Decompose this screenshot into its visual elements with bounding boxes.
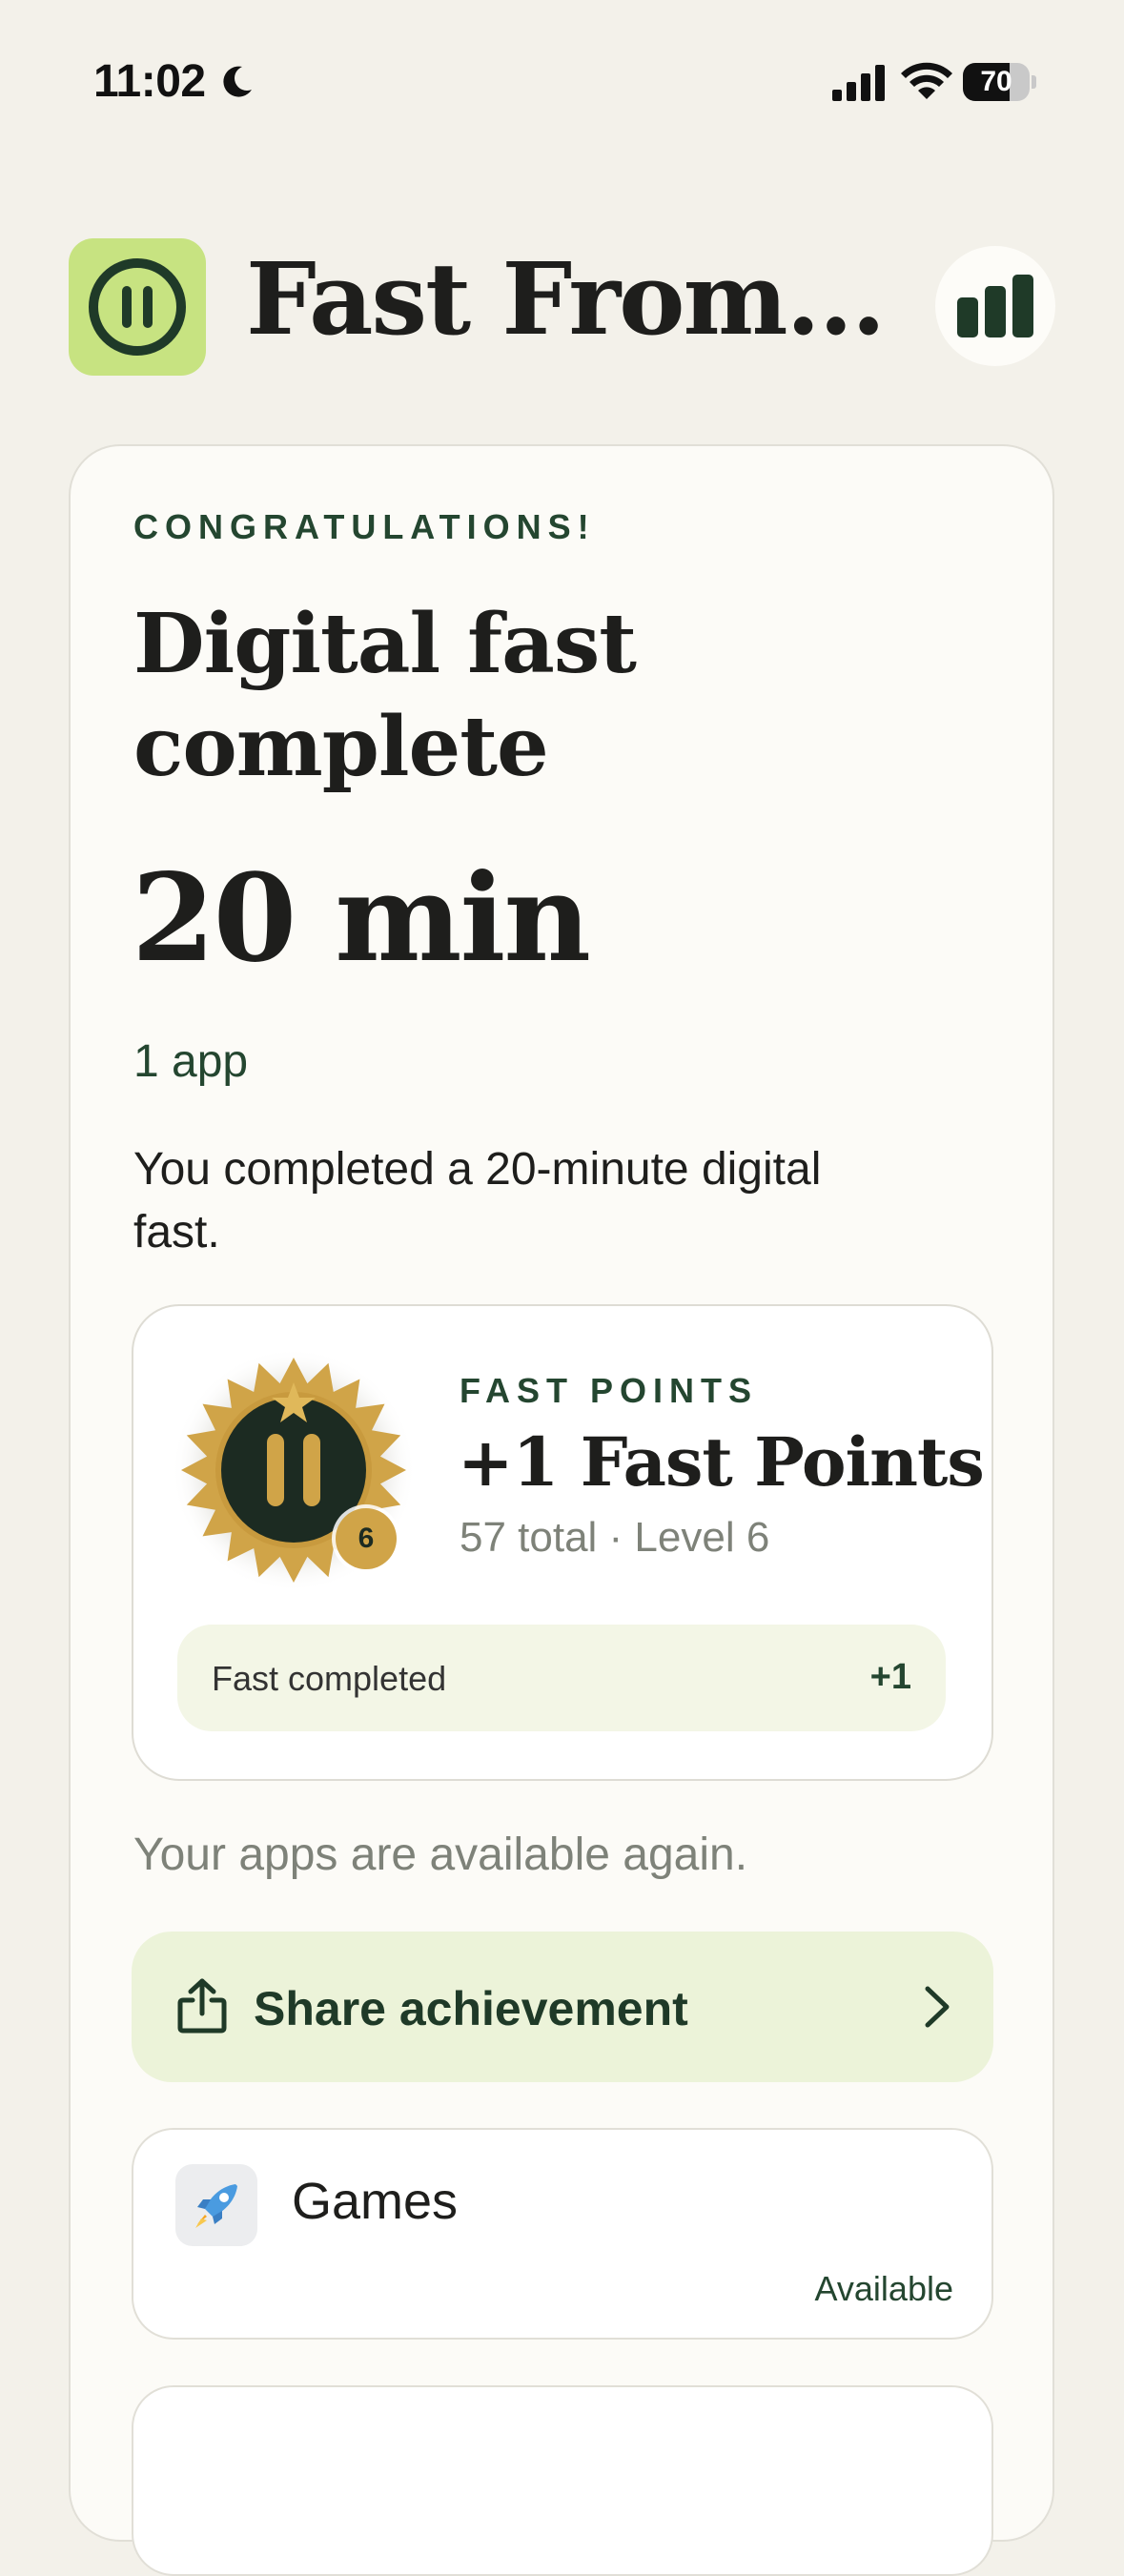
completion-headline: Digital fast complete: [133, 596, 637, 795]
chevron-right-icon: [925, 1986, 950, 2028]
share-achievement-label: Share achievement: [254, 1982, 688, 2035]
app-row-next[interactable]: [132, 2385, 993, 2576]
bar-chart-icon: [957, 275, 1033, 337]
battery-percent: 70: [980, 66, 1012, 97]
page-title: Fast From...: [246, 240, 886, 358]
points-row-label: Fast completed: [212, 1659, 447, 1698]
status-time: 11:02: [93, 56, 206, 107]
badge-level: 6: [358, 1523, 375, 1554]
cellular-signal-icon: [832, 65, 885, 101]
apps-available-note: Your apps are available again.: [133, 1830, 748, 1880]
completion-summary: You completed a 20-minute digital fast.: [133, 1144, 822, 1257]
app-row-games[interactable]: Games Available: [132, 2128, 993, 2340]
status-bar: 11:02 70: [0, 0, 1124, 167]
app-status: Available: [814, 2269, 953, 2308]
app-count: 1 app: [133, 1036, 249, 1087]
wifi-icon: [901, 62, 952, 99]
points-row-value: +1: [869, 1657, 911, 1697]
moon-icon: [223, 66, 252, 97]
rocket-icon: [195, 2184, 237, 2228]
fast-points-earned: +1 Fast Points: [458, 1422, 985, 1502]
app-icon: [175, 2164, 257, 2246]
stats-button[interactable]: [935, 246, 1055, 366]
share-achievement-button[interactable]: Share achievement: [132, 1932, 993, 2082]
app-name: Games: [292, 2173, 459, 2230]
level-badge: 6: [170, 1346, 418, 1594]
pause-circle-icon: [89, 258, 186, 356]
congrats-eyebrow: CONGRATULATIONS!: [133, 507, 596, 546]
points-total-level: 57 total · Level 6: [460, 1514, 770, 1561]
share-icon: [177, 1978, 227, 2034]
fast-points-label: FAST POINTS: [460, 1371, 759, 1410]
fast-duration: 20 min: [132, 848, 591, 989]
points-breakdown-row: Fast completed +1: [177, 1625, 946, 1731]
battery-indicator: 70: [963, 63, 1037, 101]
app-logo: [69, 238, 206, 376]
